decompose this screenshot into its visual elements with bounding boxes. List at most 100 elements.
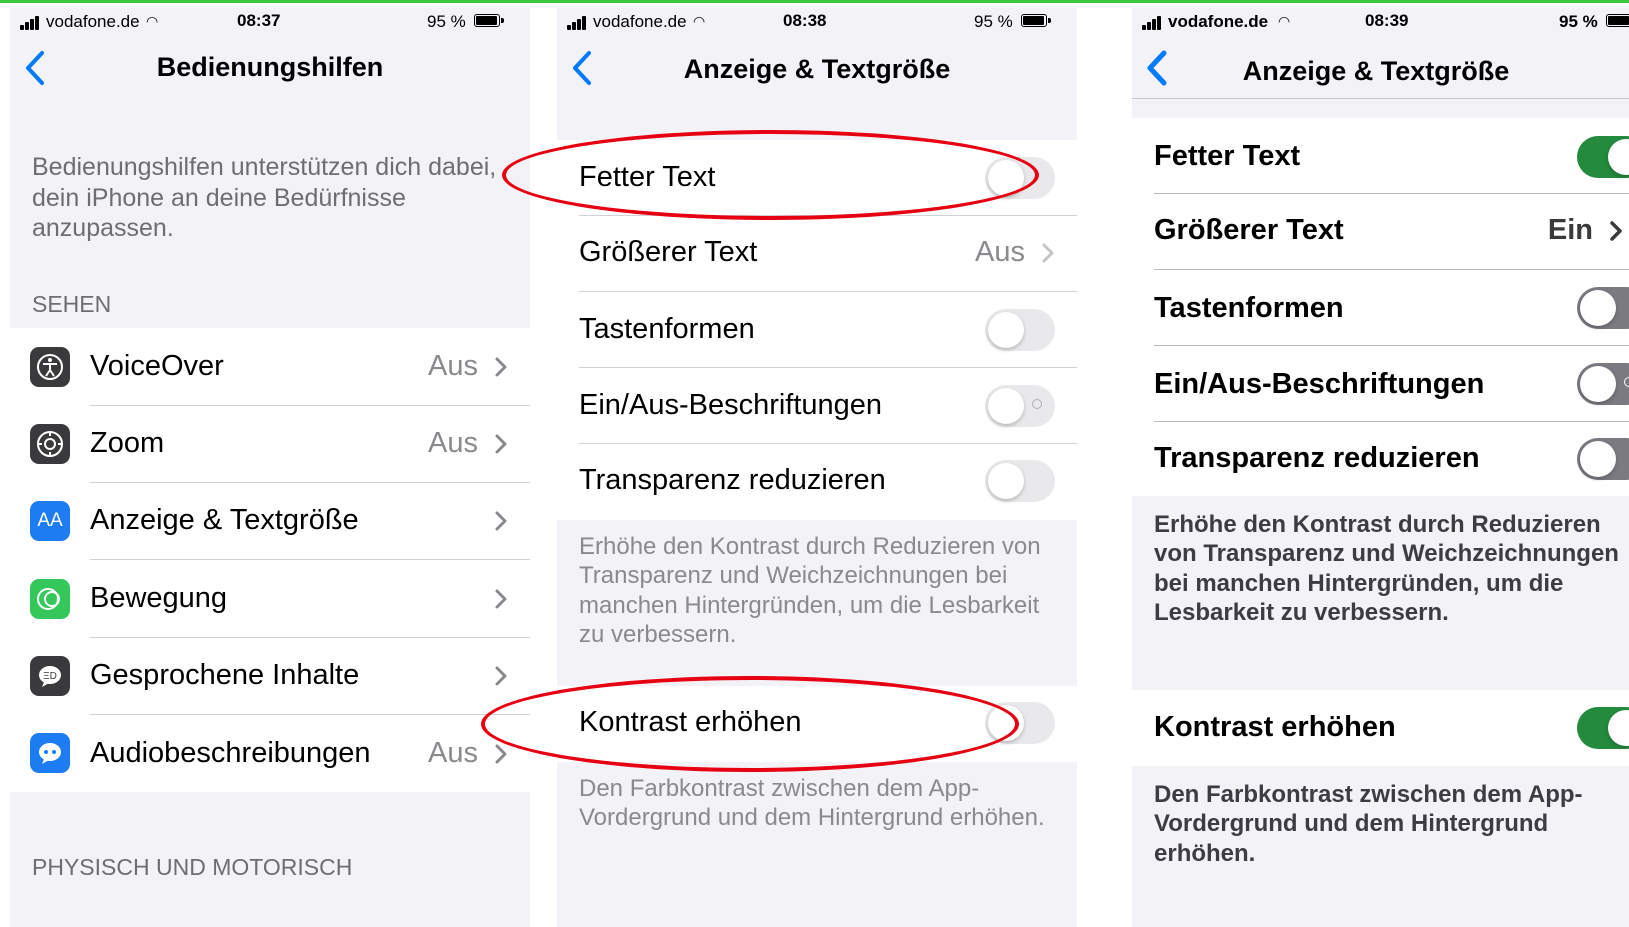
battery-percent: 95 % [427, 12, 466, 31]
list-item-label: VoiceOver [90, 350, 224, 382]
row-ein-aus-beschriftungen: Ein/Aus-Beschriftungen [557, 368, 1077, 444]
wifi-icon: ◠ [146, 13, 159, 29]
button-shapes-toggle[interactable] [1577, 287, 1629, 329]
list-item-value: Aus [428, 737, 478, 769]
transparency-footer: Erhöhe den Kontrast durch Reduzieren von… [579, 533, 1041, 648]
navigation-bar: Bedienungshilfen [10, 42, 530, 98]
clock: 08:39 [1365, 11, 1409, 30]
row-label: Fetter Text [579, 161, 716, 193]
chevron-right-icon [495, 744, 507, 764]
contrast-footer: Den Farbkontrast zwischen dem App-Vorder… [579, 775, 1045, 832]
bold-text-toggle[interactable] [985, 157, 1055, 199]
section-header-sehen: SEHEN [32, 291, 112, 317]
screenshot-bedienungshilfen: vodafone.de ◠ 08:37 95 % Bedienungshilfe… [10, 8, 530, 927]
row-groesserer-text[interactable]: Größerer Text Aus [557, 216, 1077, 292]
svg-text:ΞD: ΞD [43, 671, 57, 682]
screenshot-anzeige-textgroesse-after: vodafone.de ◠ 08:39 95 % Anzeige & Textg… [1132, 8, 1629, 927]
section-header-physisch: PHYSISCH UND MOTORISCH [32, 854, 353, 880]
status-bar: vodafone.de ◠ 08:39 95 % [1132, 8, 1629, 42]
text-size-icon: AA [30, 501, 70, 541]
clock: 08:38 [783, 11, 827, 30]
motion-icon [30, 579, 70, 619]
row-kontrast-erhoehen: Kontrast erhöhen [557, 686, 1077, 762]
row-label: Größerer Text [1154, 214, 1344, 246]
screenshot-anzeige-textgroesse-before: vodafone.de ◠ 08:38 95 % Anzeige & Textg… [557, 8, 1077, 927]
zoom-icon [30, 424, 70, 464]
spoken-content-icon: ΞD [30, 656, 70, 696]
row-label: Tastenformen [579, 313, 755, 345]
list-item-label: Bewegung [90, 582, 228, 614]
list-item-zoom[interactable]: Zoom Aus [10, 406, 530, 483]
list-item-label: Audiobeschreibungen [90, 737, 371, 769]
chevron-right-icon [1042, 243, 1054, 263]
row-label: Ein/Aus-Beschriftungen [579, 389, 883, 421]
battery-icon [474, 14, 504, 27]
row-kontrast-erhoehen: Kontrast erhöhen [1132, 690, 1629, 766]
row-transparenz-reduzieren: Transparenz reduzieren [1132, 422, 1629, 496]
row-label: Transparenz reduzieren [579, 464, 886, 496]
signal-icon [567, 16, 589, 30]
battery-icon [1606, 14, 1629, 27]
display-settings-list: Fetter Text Größerer Text Ein Tastenform… [1132, 118, 1629, 496]
row-fetter-text: Fetter Text [1132, 118, 1629, 194]
carrier-label: vodafone.de [1168, 12, 1269, 31]
contrast-group: Kontrast erhöhen [557, 686, 1077, 762]
battery-percent: 95 % [974, 12, 1013, 31]
audio-description-icon [30, 733, 70, 773]
increase-contrast-toggle[interactable] [985, 702, 1055, 744]
on-off-labels-toggle[interactable] [985, 385, 1055, 427]
row-label: Tastenformen [1154, 292, 1344, 324]
battery-icon [1021, 14, 1051, 27]
list-item-label: Gesprochene Inhalte [90, 659, 360, 691]
list-item-value: Aus [428, 350, 478, 382]
status-bar: vodafone.de ◠ 08:38 95 % [557, 8, 1077, 42]
signal-icon [20, 16, 42, 30]
chevron-right-icon [495, 434, 507, 454]
row-tastenformen: Tastenformen [1132, 270, 1629, 346]
reduce-transparency-toggle[interactable] [985, 460, 1055, 502]
page-title: Anzeige & Textgröße [1242, 56, 1510, 86]
bold-text-toggle[interactable] [1577, 136, 1629, 178]
wifi-icon: ◠ [693, 13, 706, 29]
page-title: Anzeige & Textgröße [683, 54, 951, 84]
list-item-value: Aus [428, 427, 478, 459]
row-value: Ein [1547, 214, 1593, 246]
list-item-anzeige-textgroesse[interactable]: AA Anzeige & Textgröße [10, 483, 530, 560]
page-title: Bedienungshilfen [156, 52, 384, 82]
list-item-voiceover[interactable]: VoiceOver Aus [10, 328, 530, 406]
row-tastenformen: Tastenformen [557, 292, 1077, 368]
carrier-label: vodafone.de [593, 12, 687, 31]
row-ein-aus-beschriftungen: Ein/Aus-Beschriftungen [1132, 346, 1629, 422]
list-item-label: Zoom [90, 427, 165, 459]
increase-contrast-toggle[interactable] [1577, 707, 1629, 749]
row-label: Kontrast erhöhen [1154, 711, 1396, 743]
list-item-label: Anzeige & Textgröße [90, 504, 359, 536]
row-label: Kontrast erhöhen [579, 706, 802, 738]
chevron-right-icon [495, 511, 507, 531]
navigation-bar: Anzeige & Textgröße [557, 42, 1077, 98]
list-item-audiobeschreibungen[interactable]: Audiobeschreibungen Aus [10, 715, 530, 792]
transparency-footer: Erhöhe den Kontrast durch Reduzieren von… [1154, 511, 1619, 626]
top-border-line [0, 0, 1629, 3]
row-value: Aus [975, 236, 1025, 268]
row-groesserer-text[interactable]: Größerer Text Ein [1132, 194, 1629, 270]
reduce-transparency-toggle[interactable] [1577, 438, 1629, 480]
clock: 08:37 [237, 11, 281, 30]
list-item-bewegung[interactable]: Bewegung [10, 560, 530, 638]
chevron-right-icon [495, 357, 507, 377]
voiceover-icon [30, 347, 70, 387]
battery-percent: 95 % [1559, 12, 1598, 31]
display-settings-list: Fetter Text Größerer Text Aus Tastenform… [557, 140, 1077, 520]
button-shapes-toggle[interactable] [985, 309, 1055, 351]
navigation-bar: Anzeige & Textgröße [1132, 42, 1629, 98]
wifi-icon: ◠ [1278, 13, 1291, 29]
list-item-gesprochene-inhalte[interactable]: ΞD Gesprochene Inhalte [10, 638, 530, 715]
vision-settings-list: VoiceOver Aus Zoom Aus AA Anzeige & Text… [10, 328, 530, 792]
on-off-labels-toggle[interactable] [1577, 363, 1629, 405]
signal-icon [1142, 16, 1164, 30]
row-fetter-text: Fetter Text [557, 140, 1077, 216]
status-bar: vodafone.de ◠ 08:37 95 % [10, 8, 530, 42]
chevron-right-icon [495, 666, 507, 686]
nav-divider [1132, 98, 1629, 99]
row-label: Ein/Aus-Beschriftungen [1154, 368, 1485, 400]
